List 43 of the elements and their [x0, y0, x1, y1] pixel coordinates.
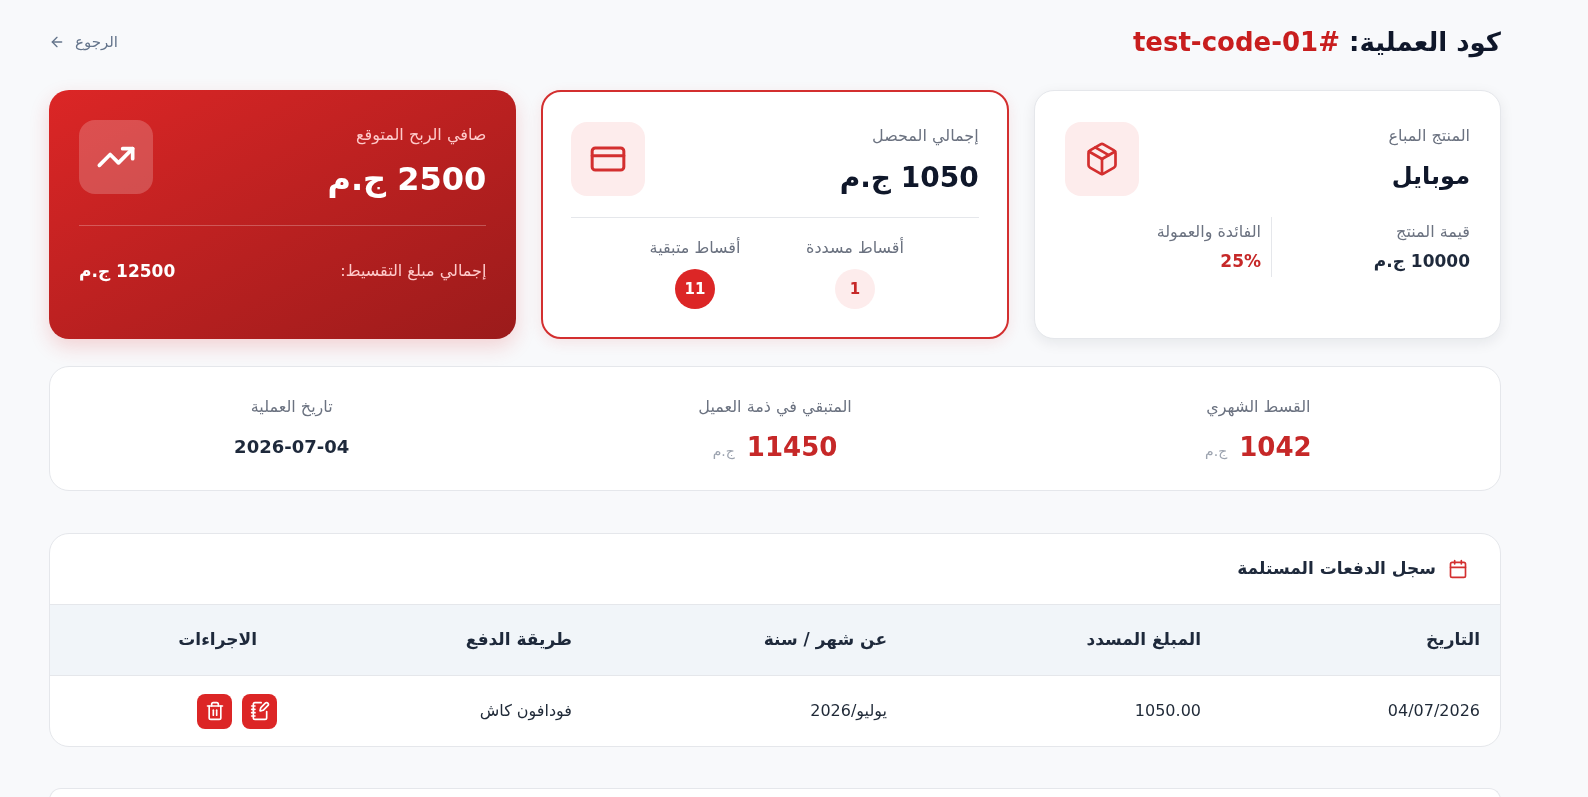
card-label: إجمالي المحصل	[872, 125, 979, 148]
back-link[interactable]: الرجوع	[49, 31, 118, 53]
column-header: المبلغ المسدد	[907, 604, 1221, 676]
card-label: المنتج المباع	[1388, 125, 1470, 148]
detail-value: 10000 ج.م	[1373, 250, 1470, 274]
count-badge: 1	[835, 269, 875, 309]
edit-button[interactable]	[242, 693, 277, 729]
summary-label: تاريخ العملية	[250, 396, 333, 419]
summary-value: 1042	[1239, 431, 1312, 464]
profit-amount: 2500 ج.م	[327, 159, 487, 199]
trash-icon	[204, 701, 225, 722]
credit-card-icon	[571, 122, 646, 196]
trending-up-icon	[79, 120, 153, 194]
total-amount: 12500 ج.م	[79, 260, 176, 283]
column-header: التاريخ	[1221, 604, 1500, 676]
detail-value: 25%	[1220, 250, 1261, 273]
section-title: سجل الدفعات المستلمة	[1237, 557, 1436, 581]
table-cell: يوليو/2026	[592, 675, 907, 746]
product-name: موبايل	[1391, 161, 1470, 192]
calendar-icon	[1448, 559, 1468, 579]
delete-button[interactable]	[197, 693, 232, 729]
table-cell: 04/07/2026	[1221, 675, 1500, 746]
currency-label: ج.م	[1205, 442, 1228, 462]
collected-amount: 1050 ج.م	[839, 160, 979, 196]
column-header: طريقة الدفع	[277, 604, 592, 676]
currency-label: ج.م	[712, 442, 735, 462]
count-badge: 11	[675, 269, 715, 309]
detail-label: الفائدة والعمولة	[1156, 221, 1261, 244]
detail-label: قيمة المنتج	[1396, 221, 1470, 243]
count-label: أقساط مسددة	[806, 236, 904, 259]
notebook-pen-icon	[249, 701, 270, 722]
column-header: الاجراءات	[50, 604, 277, 676]
column-header: عن شهر / سنة	[592, 604, 907, 676]
count-label: أقساط متبقية	[649, 236, 741, 259]
card-label: صافي الربح المتوقع	[355, 124, 487, 147]
total-label: إجمالي مبلغ التقسيط:	[340, 260, 487, 283]
table-cell: 1050.00	[907, 675, 1221, 746]
summary-value: 2026-07-04	[234, 435, 350, 459]
box-icon	[1064, 122, 1139, 196]
summary-label: القسط الشهري	[1206, 396, 1311, 419]
table-cell: فودافون كاش	[277, 675, 592, 746]
summary-label: المتبقي في ذمة العميل	[698, 396, 852, 419]
summary-value: 11450	[746, 431, 838, 464]
